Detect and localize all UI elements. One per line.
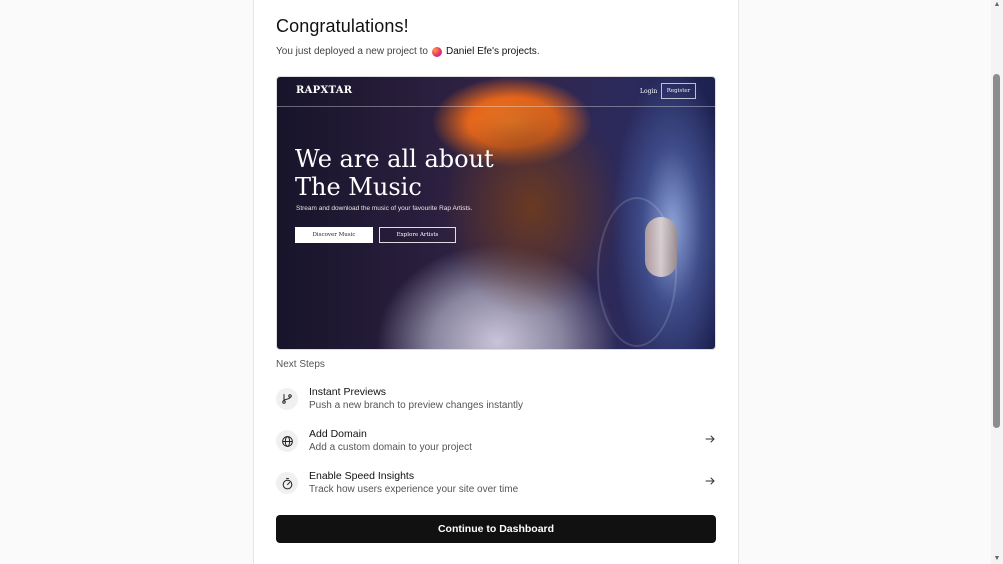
team-avatar	[431, 46, 442, 57]
page-title: Congratulations!	[276, 16, 409, 36]
deploy-subtitle: You just deployed a new project to Danie…	[276, 46, 540, 57]
arrow-right-icon[interactable]	[704, 475, 716, 487]
step-title: Instant Previews	[309, 386, 387, 398]
next-steps-label: Next Steps	[276, 359, 325, 370]
preview-headline: We are all about The Music	[295, 145, 494, 201]
preview-login-link: Login	[640, 88, 658, 95]
preview-headline-line2: The Music	[295, 173, 422, 201]
deployment-preview[interactable]: RAPXTAR Login Register We are all about …	[276, 76, 716, 350]
step-add-domain[interactable]: Add Domain Add a custom domain to your p…	[276, 428, 716, 462]
deploy-success-card: Congratulations! You just deployed a new…	[253, 0, 739, 564]
team-name[interactable]: Daniel Efe's projects	[446, 46, 537, 57]
subtitle-prefix: You just deployed a new project to	[276, 46, 428, 57]
microphone-graphic	[645, 217, 677, 277]
subtitle-suffix: .	[536, 46, 540, 57]
scrollbar[interactable]: ▲ ▼	[991, 0, 1003, 564]
step-title: Add Domain	[309, 428, 367, 440]
speedometer-icon	[276, 472, 298, 494]
globe-icon	[276, 430, 298, 452]
git-branch-icon	[276, 388, 298, 410]
preview-tagline: Stream and download the music of your fa…	[296, 205, 473, 212]
step-description: Push a new branch to preview changes ins…	[309, 400, 524, 411]
continue-to-dashboard-button[interactable]: Continue to Dashboard	[276, 515, 716, 543]
step-description: Track how users experience your site ove…	[309, 484, 519, 495]
step-speed-insights[interactable]: Enable Speed Insights Track how users ex…	[276, 470, 716, 504]
scroll-down-arrow-icon[interactable]: ▼	[993, 555, 1001, 563]
preview-headline-line1: We are all about	[295, 145, 494, 173]
preview-navbar: RAPXTAR Login Register	[277, 77, 715, 107]
preview-logo: RAPXTAR	[296, 85, 353, 96]
preview-explore-button: Explore Artists	[379, 227, 456, 243]
preview-discover-button: Discover Music	[295, 227, 373, 243]
preview-register-button: Register	[661, 83, 696, 99]
step-description: Add a custom domain to your project	[309, 442, 472, 453]
page: Congratulations! You just deployed a new…	[0, 0, 1003, 564]
step-title: Enable Speed Insights	[309, 470, 415, 482]
scroll-up-arrow-icon[interactable]: ▲	[993, 1, 1001, 9]
step-instant-previews[interactable]: Instant Previews Push a new branch to pr…	[276, 386, 716, 420]
arrow-right-icon[interactable]	[704, 433, 716, 445]
scroll-thumb[interactable]	[993, 74, 1000, 428]
